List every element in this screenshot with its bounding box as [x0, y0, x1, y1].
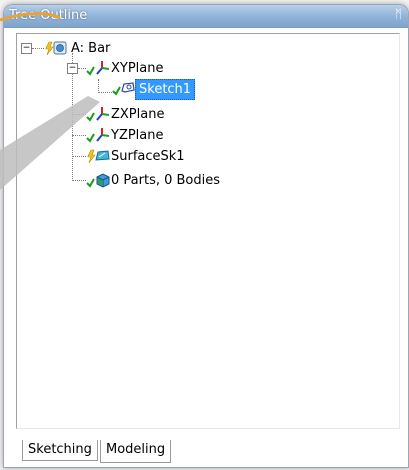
- tab-sketching[interactable]: Sketching: [22, 440, 98, 461]
- tree-node-label: Sketch1: [135, 79, 196, 100]
- tab-modeling[interactable]: Modeling: [100, 440, 172, 463]
- tab-bar: Sketching Modeling: [22, 440, 408, 467]
- pin-icon[interactable]: ᛗ: [395, 7, 402, 21]
- callout-arrow: [0, 12, 100, 190]
